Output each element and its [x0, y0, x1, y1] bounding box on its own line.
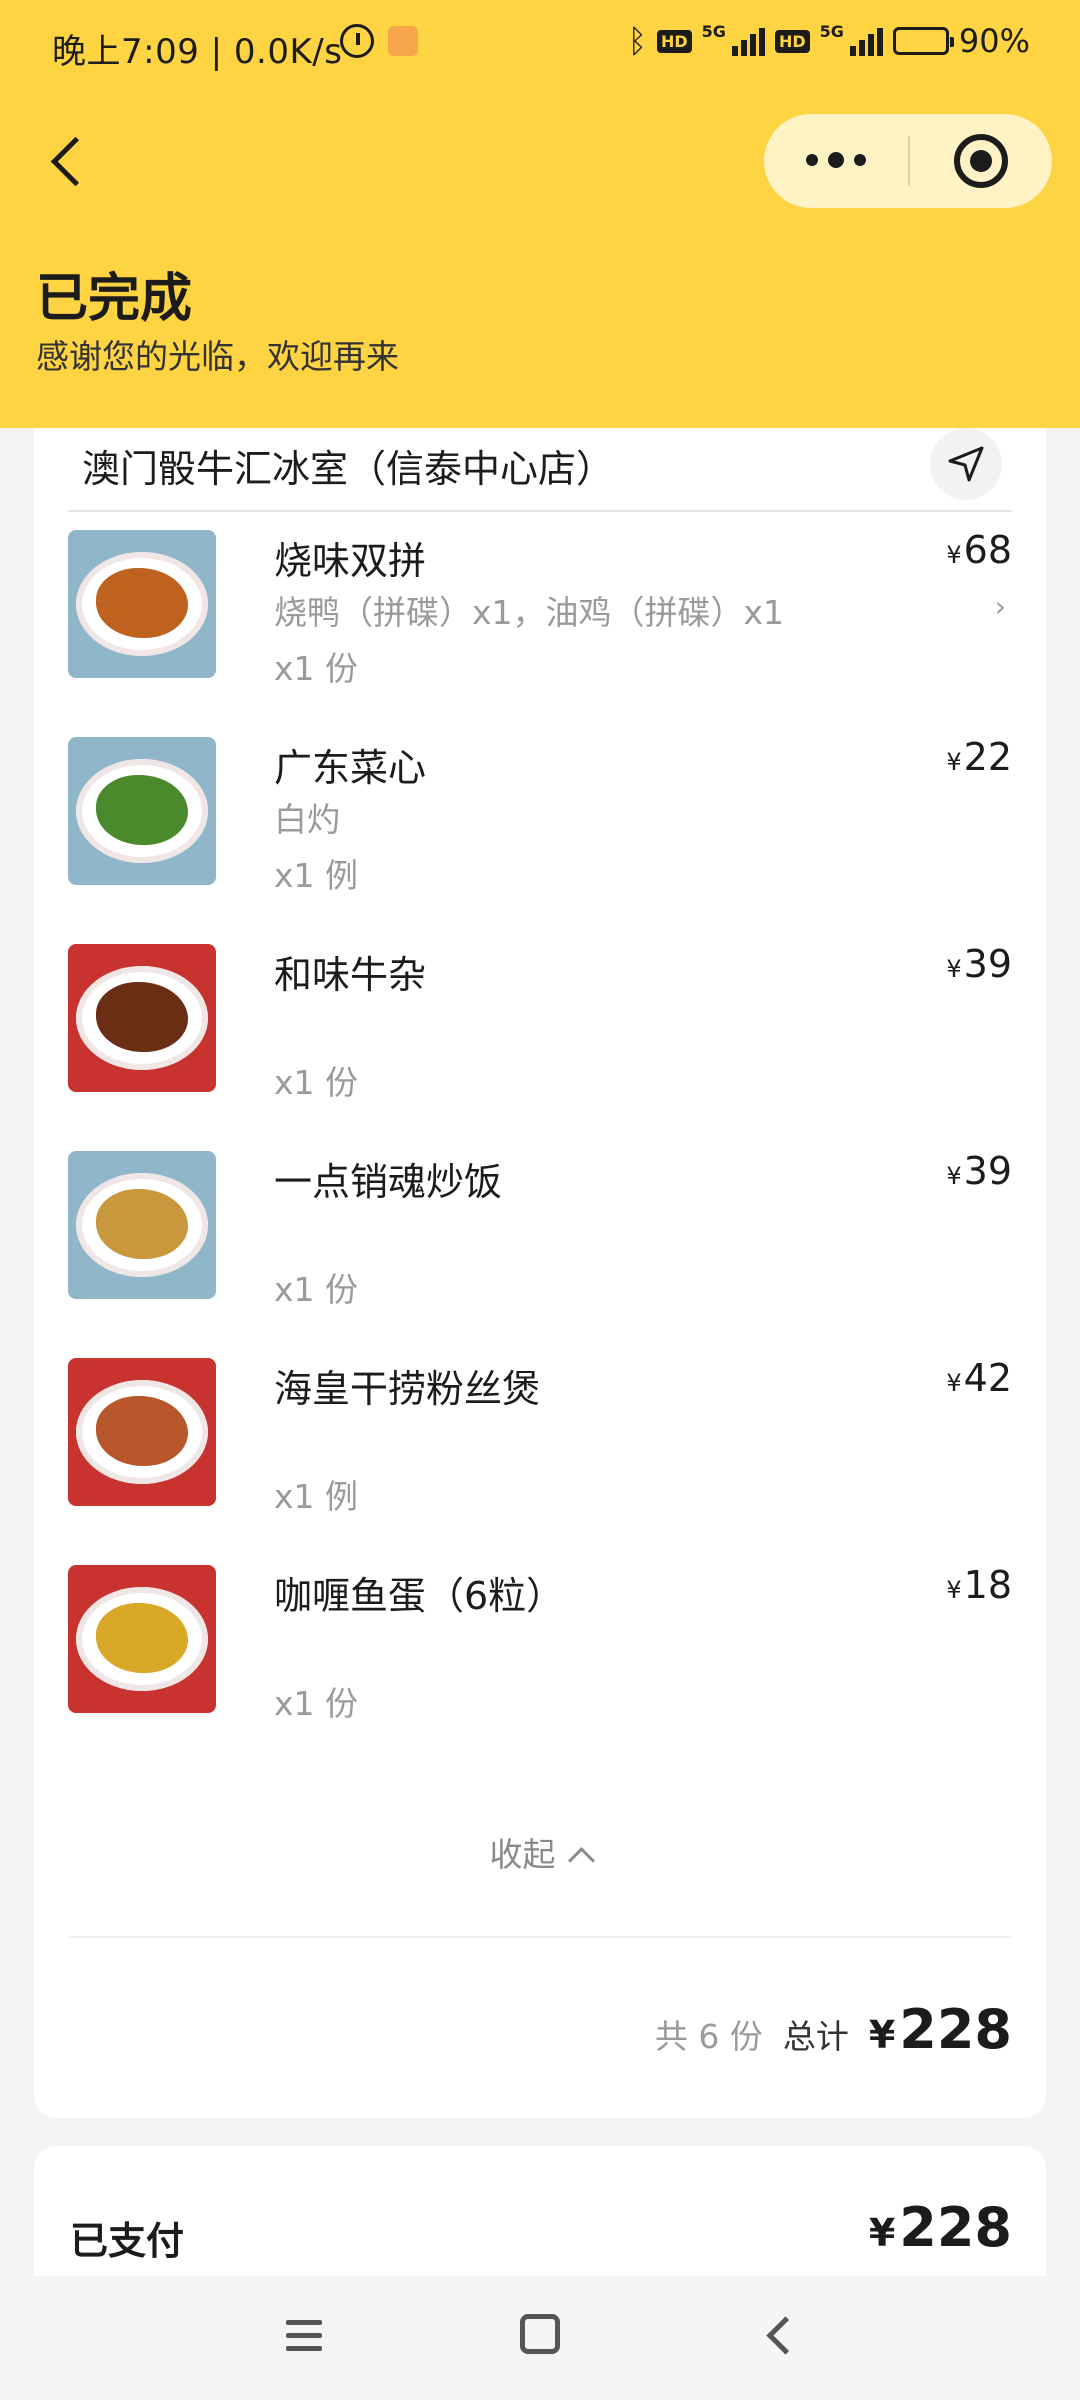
more-dots-icon	[806, 152, 866, 168]
network-label: 5G	[701, 22, 726, 41]
paid-label: 已支付	[70, 2219, 185, 2263]
hd-badge-2: HD	[774, 29, 810, 53]
order-item[interactable]: 海皇干捞粉丝煲 x1 例 ¥42	[68, 1356, 1012, 1516]
status-bar: 晚上7:09 | 0.0K/s ᛒ HD 5G HD 5G 90%	[0, 0, 1080, 92]
item-name: 咖喱鱼蛋（6粒）	[274, 1574, 565, 1618]
collapse-label: 收起	[489, 1835, 556, 1874]
shop-divider	[68, 510, 1012, 512]
summary-divider	[68, 1936, 1012, 1938]
bluetooth-icon: ᛒ	[627, 22, 647, 60]
dish-image	[68, 1151, 216, 1299]
signal-icon	[731, 26, 765, 56]
system-nav-bar	[0, 2276, 1080, 2400]
total-label: 总计	[782, 2017, 849, 2056]
back-button[interactable]	[40, 126, 100, 196]
item-name: 一点销魂炒饭	[274, 1160, 503, 1204]
paid-amount: ¥228	[868, 2196, 1012, 2259]
item-spec: 白灼	[274, 800, 340, 839]
collapse-button[interactable]: 收起	[34, 1828, 1046, 1888]
dish-image	[68, 1565, 216, 1713]
alarm-icon	[340, 24, 374, 58]
order-item[interactable]: 一点销魂炒饭 x1 份 ¥39	[68, 1149, 1012, 1309]
item-name: 烧味双拼	[274, 539, 427, 583]
item-price: ¥18	[946, 1563, 1012, 1607]
item-name: 和味牛杂	[274, 953, 427, 997]
payment-card: 已支付 ¥228	[34, 2146, 1046, 2276]
item-price: ¥39	[946, 1149, 1012, 1193]
home-button[interactable]	[520, 2314, 560, 2354]
item-count: 共 6 份	[654, 2017, 763, 2056]
chevron-right-icon[interactable]: ›	[995, 590, 1006, 623]
dish-image	[68, 737, 216, 885]
network-label-2: 5G	[819, 22, 844, 41]
item-quantity: x1 份	[274, 649, 359, 688]
page-title: 已完成	[36, 269, 193, 329]
item-price: ¥68	[946, 528, 1012, 572]
battery-icon	[892, 27, 954, 55]
dish-image	[68, 944, 216, 1092]
page-subtitle: 感谢您的光临，欢迎再来	[36, 337, 399, 376]
dish-image	[68, 1358, 216, 1506]
close-miniprogram-button[interactable]	[910, 114, 1052, 208]
shop-name: 澳门骰牛汇冰室（信泰中心店）	[82, 447, 615, 491]
more-button[interactable]	[764, 114, 908, 208]
recents-menu-button[interactable]	[280, 2312, 328, 2360]
navigation-button[interactable]	[930, 428, 1002, 500]
order-item[interactable]: 广东菜心白灼 x1 例 ¥22	[68, 735, 1012, 895]
item-price: ¥22	[946, 735, 1012, 779]
order-card: 澳门骰牛汇冰室（信泰中心店） 烧味双拼烧鸭（拼碟）x1，油鸡（拼碟）x1 x1 份…	[34, 428, 1046, 2118]
item-quantity: x1 例	[274, 1477, 359, 1516]
item-spec: 烧鸭（拼碟）x1，油鸡（拼碟）x1	[274, 593, 785, 632]
order-item[interactable]: 和味牛杂 x1 份 ¥39	[68, 942, 1012, 1102]
shop-row[interactable]: 澳门骰牛汇冰室（信泰中心店）	[34, 428, 1046, 510]
item-price: ¥39	[946, 942, 1012, 986]
target-icon	[954, 134, 1008, 188]
chevron-up-icon	[567, 1847, 595, 1874]
status-time: 晚上7:09 | 0.0K/s	[52, 32, 343, 72]
order-item[interactable]: 烧味双拼烧鸭（拼碟）x1，油鸡（拼碟）x1 x1 份 ¥68 ›	[68, 528, 1012, 688]
order-item[interactable]: 咖喱鱼蛋（6粒） x1 份 ¥18	[68, 1563, 1012, 1723]
header: 晚上7:09 | 0.0K/s ᛒ HD 5G HD 5G 90% 已完成 感谢…	[0, 0, 1080, 428]
item-quantity: x1 例	[274, 856, 359, 895]
item-quantity: x1 份	[274, 1684, 359, 1723]
item-quantity: x1 份	[274, 1270, 359, 1309]
order-summary: 共 6 份 总计 ¥228	[655, 1998, 1012, 2061]
item-quantity: x1 份	[274, 1063, 359, 1102]
item-price: ¥42	[946, 1356, 1012, 1400]
status-right: ᛒ HD 5G HD 5G 90%	[628, 22, 1030, 60]
item-name: 广东菜心	[274, 746, 427, 790]
battery-percent: 90%	[958, 22, 1030, 60]
navigate-arrow-icon	[948, 446, 984, 482]
dish-image	[68, 530, 216, 678]
total-amount: ¥228	[868, 1998, 1012, 2061]
item-name: 海皇干捞粉丝煲	[274, 1367, 541, 1411]
hd-badge: HD	[657, 29, 692, 53]
signal-icon-2	[849, 26, 883, 56]
system-back-button[interactable]	[756, 2312, 804, 2360]
notification-app-icon	[388, 26, 418, 56]
miniprogram-capsule	[764, 114, 1052, 208]
